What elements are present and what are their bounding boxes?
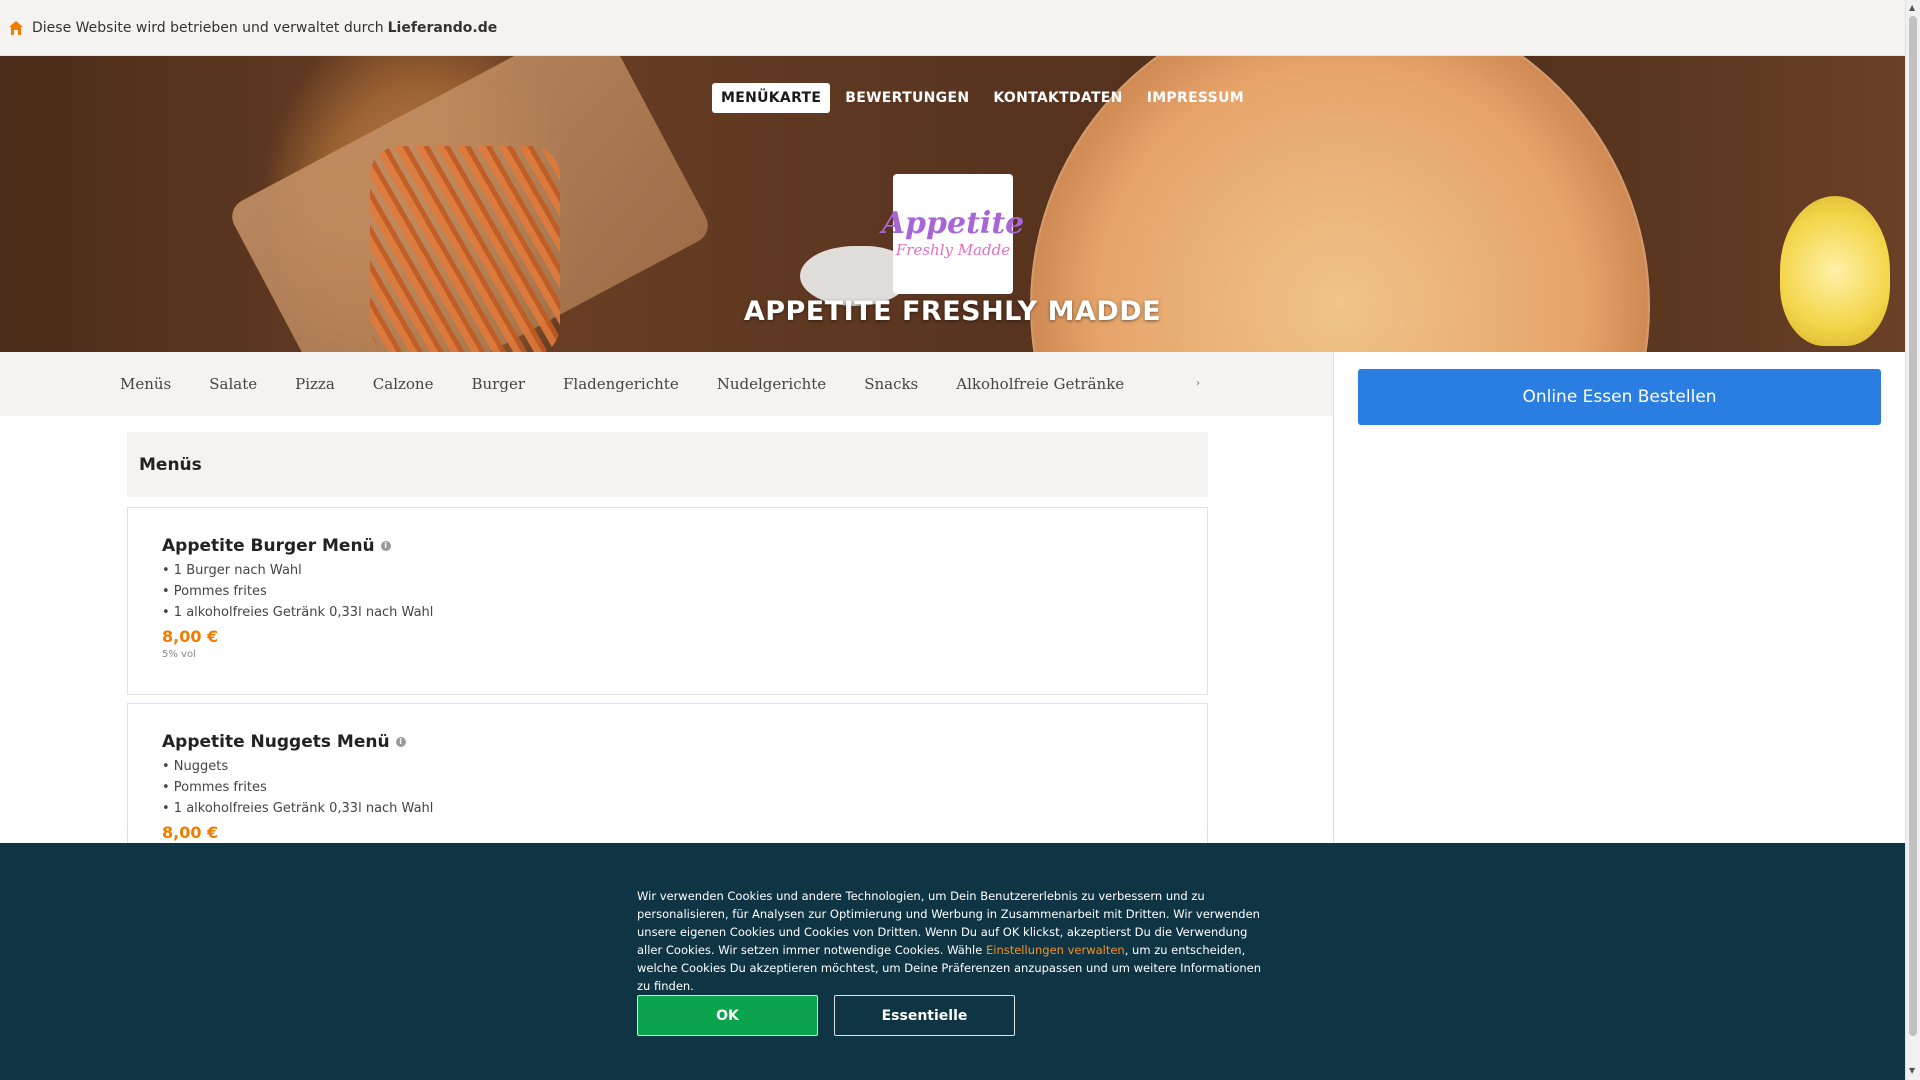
menu-item-note: 5% vol — [162, 649, 196, 660]
home-icon — [9, 20, 23, 35]
category-snacks[interactable]: Snacks — [864, 375, 918, 393]
menu-item-desc-line: • 1 alkoholfreies Getränk 0,33l nach Wah… — [162, 605, 434, 620]
menu-item-desc-line: • Pommes frites — [162, 584, 267, 599]
cookie-settings-link[interactable]: Einstellungen verwalten — [986, 943, 1125, 957]
menu-item-name-row: Appetite Burger Menü i — [162, 536, 1173, 556]
menu-item-desc-line: • Nuggets — [162, 759, 229, 774]
nav-kontaktdaten[interactable]: KONTAKTDATEN — [984, 83, 1131, 113]
info-bar-brand[interactable]: Lieferando.de — [388, 20, 498, 36]
nav-menuekarte[interactable]: MENÜKARTE — [712, 83, 831, 113]
category-calzone[interactable]: Calzone — [373, 375, 434, 393]
menu-item-name: Appetite Burger Menü — [162, 536, 375, 556]
menu-item-description: • Nuggets • Pommes frites • 1 alkoholfre… — [162, 756, 1173, 819]
scroll-up-icon[interactable]: ▲ — [1909, 3, 1915, 12]
menu-item-name: Appetite Nuggets Menü — [162, 732, 390, 752]
section-title: Menüs — [127, 432, 1208, 497]
category-menues[interactable]: Menüs — [120, 375, 171, 393]
menu-item-name-row: Appetite Nuggets Menü i — [162, 732, 1173, 752]
lieferando-info-bar: Diese Website wird betrieben und verwalt… — [0, 0, 1905, 56]
logo-line-2: Freshly Madde — [895, 241, 1011, 259]
category-nudelgerichte[interactable]: Nudelgerichte — [717, 375, 826, 393]
main-nav: MENÜKARTE BEWERTUNGEN KONTAKTDATEN IMPRE… — [712, 83, 1259, 113]
category-scroll-right-icon[interactable]: › — [1196, 378, 1200, 389]
restaurant-logo: Appetite Freshly Madde — [882, 174, 1024, 294]
page-scrollbar[interactable]: ▲ ▼ — [1905, 0, 1920, 1080]
cookie-text: Wir verwenden Cookies und andere Technol… — [637, 887, 1262, 995]
restaurant-name: APPETITE FRESHLY MADDE — [743, 296, 1162, 327]
cookie-banner: Wir verwenden Cookies und andere Technol… — [0, 843, 1905, 1080]
menu-item-price: 8,00 € — [162, 627, 219, 646]
order-online-button[interactable]: Online Essen Bestellen — [1358, 369, 1881, 425]
menu-item-desc-line: • 1 alkoholfreies Getränk 0,33l nach Wah… — [162, 801, 434, 816]
scroll-down-icon[interactable]: ▼ — [1909, 1066, 1915, 1075]
category-salate[interactable]: Salate — [209, 375, 257, 393]
menu-item-desc-line: • 1 Burger nach Wahl — [162, 563, 302, 578]
info-icon[interactable]: i — [380, 541, 391, 551]
cookie-essential-button[interactable]: Essentielle — [834, 995, 1015, 1036]
category-burger[interactable]: Burger — [471, 375, 525, 393]
hero-banner: MENÜKARTE BEWERTUNGEN KONTAKTDATEN IMPRE… — [0, 56, 1905, 352]
category-alkoholfreie-getraenke[interactable]: Alkoholfreie Getränke — [956, 375, 1124, 393]
info-bar-text: Diese Website wird betrieben und verwalt… — [32, 19, 384, 36]
nav-bewertungen[interactable]: BEWERTUNGEN — [836, 83, 978, 113]
nav-impressum[interactable]: IMPRESSUM — [1138, 83, 1253, 113]
logo-line-1: Appetite — [881, 206, 1025, 241]
menu-item-card[interactable]: Appetite Burger Menü i • 1 Burger nach W… — [127, 507, 1208, 695]
menu-item-price: 8,00 € — [162, 823, 219, 842]
scrollbar-thumb[interactable] — [1909, 16, 1917, 1036]
menu-item-desc-line: • Pommes frites — [162, 780, 267, 795]
category-bar: Menüs Salate Pizza Calzone Burger Fladen… — [0, 352, 1333, 416]
category-fladengerichte[interactable]: Fladengerichte — [563, 375, 679, 393]
category-pizza[interactable]: Pizza — [295, 375, 335, 393]
cookie-ok-button[interactable]: OK — [637, 995, 818, 1036]
info-icon[interactable]: i — [395, 737, 406, 747]
menu-item-description: • 1 Burger nach Wahl • Pommes frites • 1… — [162, 560, 1173, 623]
